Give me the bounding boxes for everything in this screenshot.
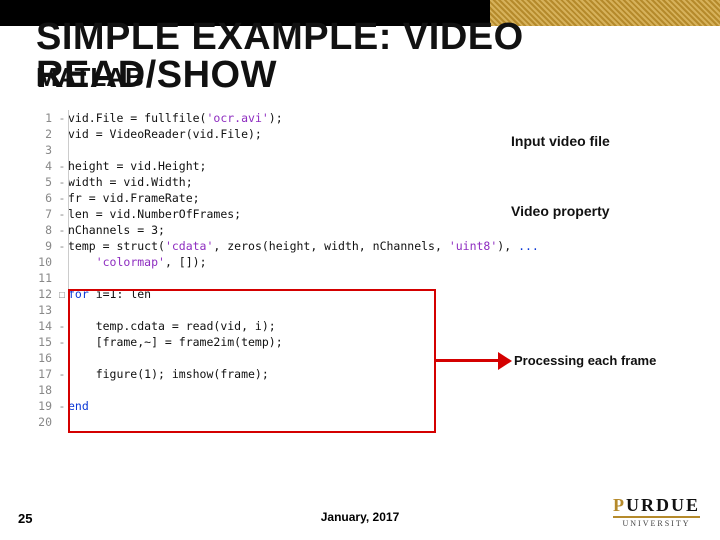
fold-icon: - (56, 158, 68, 174)
code-text: figure(1); imshow(frame); (68, 366, 674, 382)
fold-icon (56, 270, 68, 286)
fold-icon: - (56, 334, 68, 350)
code-line: 4-height = vid.Height; (34, 158, 674, 174)
code-line: 1-vid.File = fullfile('ocr.avi'); (34, 110, 674, 126)
logo-subtext: UNIVERSITY (613, 516, 700, 528)
code-text: nChannels = 3; (68, 222, 674, 238)
line-number: 9 (34, 238, 56, 254)
code-line: 12☐for i=1: len (34, 286, 674, 302)
fold-icon (56, 126, 68, 142)
annotation-processing-frame: Processing each frame (514, 353, 656, 368)
line-number: 2 (34, 126, 56, 142)
code-line: 5-width = vid.Width; (34, 174, 674, 190)
line-number: 19 (34, 398, 56, 414)
code-line: 8-nChannels = 3; (34, 222, 674, 238)
code-text: temp.cdata = read(vid, i); (68, 318, 674, 334)
code-text (68, 382, 674, 398)
line-number: 4 (34, 158, 56, 174)
fold-icon: - (56, 110, 68, 126)
code-line: 19-end (34, 398, 674, 414)
fold-icon: ☐ (56, 286, 68, 302)
line-number: 18 (34, 382, 56, 398)
code-line: 17- figure(1); imshow(frame); (34, 366, 674, 382)
code-line: 13 (34, 302, 674, 318)
code-line: 20 (34, 414, 674, 430)
line-number: 1 (34, 110, 56, 126)
code-text: for i=1: len (68, 286, 674, 302)
arrow-head-icon (498, 352, 512, 370)
code-line: 15- [frame,~] = frame2im(temp); (34, 334, 674, 350)
line-number: 20 (34, 414, 56, 430)
code-text: end (68, 398, 674, 414)
fold-icon: - (56, 318, 68, 334)
code-text (68, 302, 674, 318)
code-text: width = vid.Width; (68, 174, 674, 190)
line-number: 16 (34, 350, 56, 366)
fold-icon (56, 254, 68, 270)
line-number: 15 (34, 334, 56, 350)
code-text (68, 414, 674, 430)
line-number: 5 (34, 174, 56, 190)
code-line: 11 (34, 270, 674, 286)
line-number: 8 (34, 222, 56, 238)
line-number: 10 (34, 254, 56, 270)
slide-subtitle: MATLAB (36, 62, 144, 93)
fold-icon: - (56, 366, 68, 382)
line-number: 14 (34, 318, 56, 334)
fold-icon (56, 142, 68, 158)
code-text: [frame,~] = frame2im(temp); (68, 334, 674, 350)
purdue-logo: PURDUE UNIVERSITY (613, 495, 700, 528)
logo-text: URDUE (626, 495, 700, 515)
fold-icon: - (56, 238, 68, 254)
fold-icon (56, 302, 68, 318)
arrow-line (436, 359, 500, 362)
code-line: 10 'colormap', []); (34, 254, 674, 270)
fold-icon: - (56, 206, 68, 222)
line-number: 3 (34, 142, 56, 158)
code-block: 1-vid.File = fullfile('ocr.avi');2 vid =… (34, 110, 674, 430)
fold-icon: - (56, 398, 68, 414)
line-number: 12 (34, 286, 56, 302)
line-number: 6 (34, 190, 56, 206)
code-text: temp = struct('cdata', zeros(height, wid… (68, 238, 674, 254)
annotation-input-video: Input video file (511, 133, 610, 149)
fold-icon (56, 382, 68, 398)
annotation-video-property: Video property (511, 203, 610, 219)
fold-icon: - (56, 174, 68, 190)
code-text: height = vid.Height; (68, 158, 674, 174)
fold-icon (56, 350, 68, 366)
code-text (68, 270, 674, 286)
code-line: 9-temp = struct('cdata', zeros(height, w… (34, 238, 674, 254)
line-number: 13 (34, 302, 56, 318)
fold-icon: - (56, 222, 68, 238)
line-number: 17 (34, 366, 56, 382)
code-line: 14- temp.cdata = read(vid, i); (34, 318, 674, 334)
fold-icon (56, 414, 68, 430)
code-line: 18 (34, 382, 674, 398)
line-number: 7 (34, 206, 56, 222)
fold-icon: - (56, 190, 68, 206)
code-text: 'colormap', []); (68, 254, 674, 270)
code-text: vid.File = fullfile('ocr.avi'); (68, 110, 674, 126)
line-number: 11 (34, 270, 56, 286)
